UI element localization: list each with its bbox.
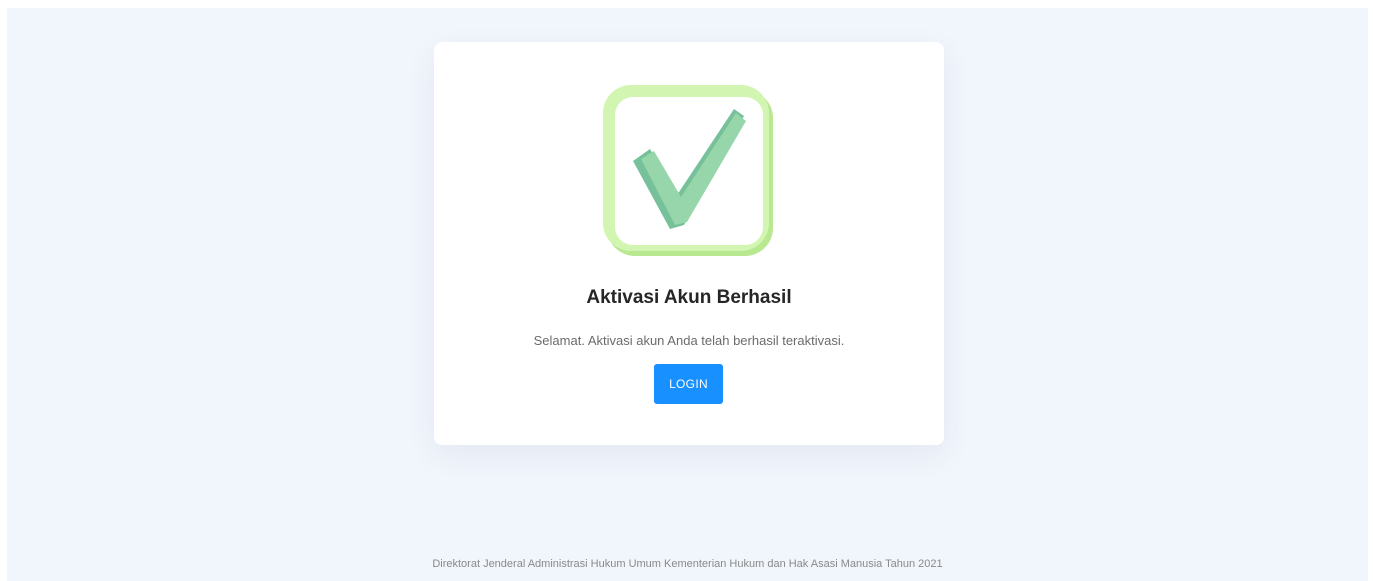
activation-card: Aktivasi Akun Berhasil Selamat. Aktivasi… (434, 42, 944, 445)
login-button[interactable]: LOGIN (654, 364, 723, 404)
footer-text: Direktorat Jenderal Administrasi Hukum U… (432, 558, 943, 570)
page-background: Aktivasi Akun Berhasil Selamat. Aktivasi… (7, 8, 1368, 581)
success-message: Selamat. Aktivasi akun Anda telah berhas… (533, 333, 845, 348)
check-square-icon (603, 85, 773, 256)
page-title: Aktivasi Akun Berhasil (586, 287, 792, 308)
